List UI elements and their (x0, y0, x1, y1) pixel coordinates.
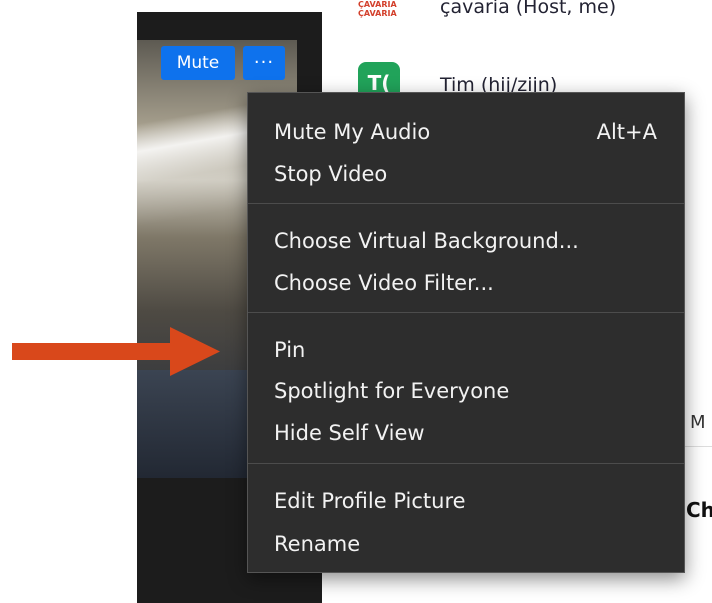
menu-item-label: Edit Profile Picture (274, 489, 466, 513)
side-panel-partial-label: M (690, 412, 706, 433)
menu-item-choose-virtual-background[interactable]: Choose Virtual Background... (248, 221, 684, 261)
menu-separator (248, 312, 684, 313)
menu-separator (248, 203, 684, 204)
host-logo: ÇAVARIA ÇAVARIA (358, 0, 397, 18)
menu-item-label: Mute My Audio (274, 120, 431, 144)
menu-item-hide-self-view[interactable]: Hide Self View (248, 413, 684, 453)
menu-item-pin[interactable]: Pin (248, 330, 684, 370)
menu-item-label: Choose Video Filter... (274, 271, 494, 295)
menu-item-choose-video-filter[interactable]: Choose Video Filter... (248, 263, 684, 303)
menu-item-spotlight-for-everyone[interactable]: Spotlight for Everyone (248, 371, 684, 411)
menu-item-label: Choose Virtual Background... (274, 229, 579, 253)
side-panel-partial-heading: Ch (686, 498, 712, 522)
context-menu: Mute My Audio Alt+A Stop Video Choose Vi… (247, 92, 685, 573)
menu-item-label: Pin (274, 338, 306, 362)
video-background-object (137, 370, 247, 478)
menu-item-stop-video[interactable]: Stop Video (248, 154, 684, 194)
participant-name: çavaria (Host, me) (440, 0, 617, 18)
menu-item-rename[interactable]: Rename (248, 524, 684, 564)
menu-item-mute-my-audio[interactable]: Mute My Audio Alt+A (248, 112, 684, 152)
menu-item-label: Stop Video (274, 162, 388, 186)
mute-button[interactable]: Mute (161, 46, 235, 80)
menu-item-label: Rename (274, 532, 361, 556)
menu-item-label: Spotlight for Everyone (274, 379, 510, 403)
menu-item-edit-profile-picture[interactable]: Edit Profile Picture (248, 481, 684, 521)
arrow-right-icon (12, 327, 220, 376)
more-options-icon[interactable]: ··· (243, 46, 285, 80)
menu-item-shortcut: Alt+A (596, 120, 657, 144)
menu-item-label: Hide Self View (274, 421, 425, 445)
menu-separator (248, 463, 684, 464)
